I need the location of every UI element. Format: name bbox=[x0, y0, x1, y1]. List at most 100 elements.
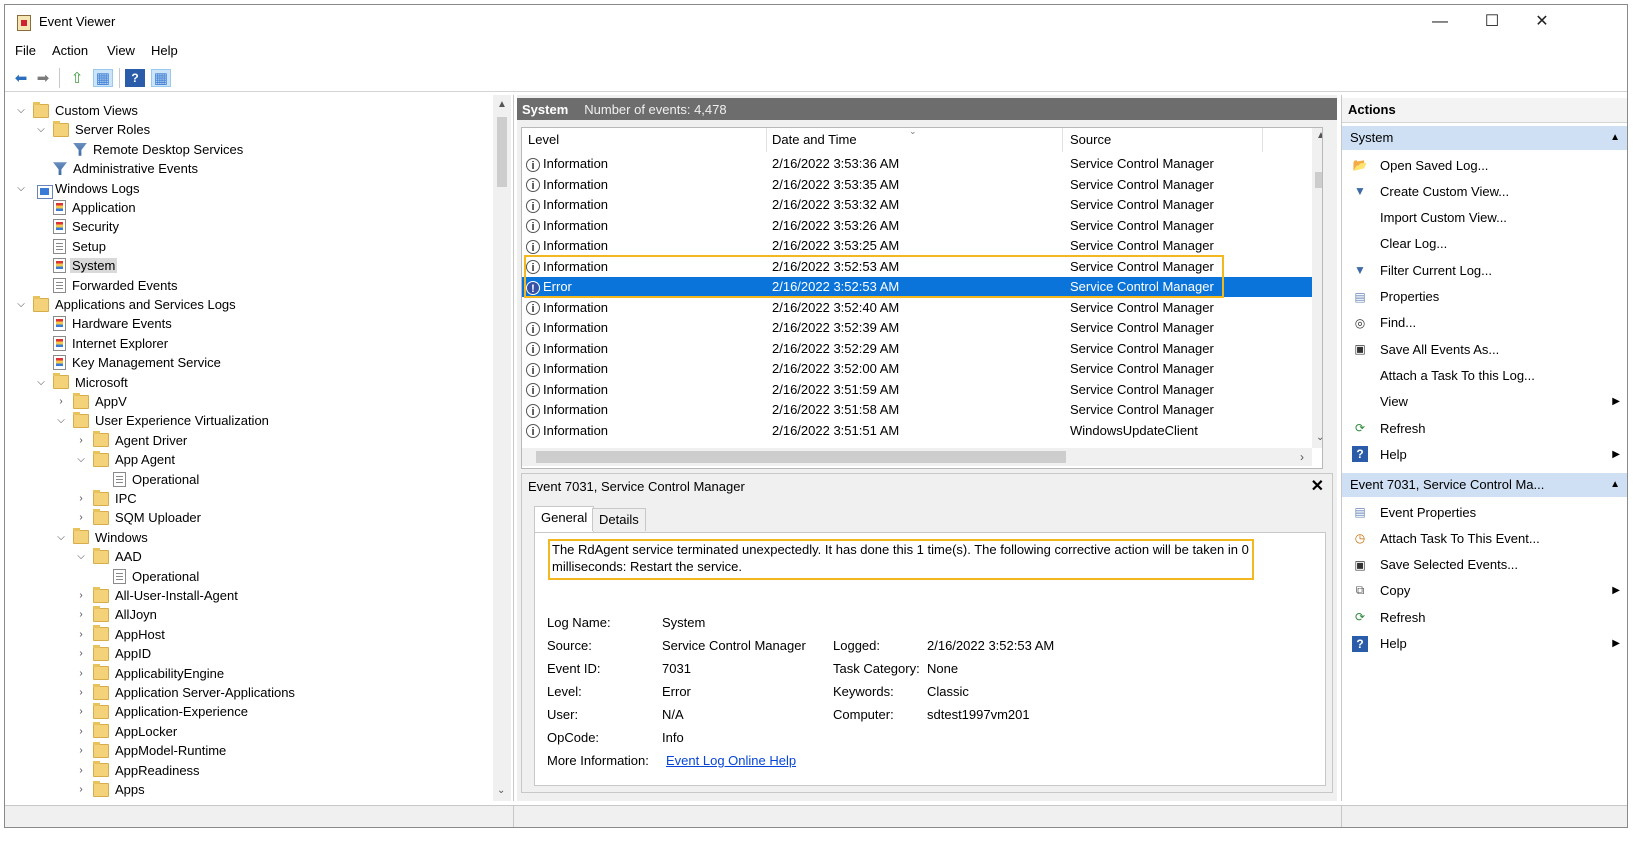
minimize-button[interactable]: — bbox=[1417, 10, 1463, 34]
maximize-button[interactable]: ☐ bbox=[1469, 10, 1515, 34]
tree-item[interactable]: › All-User-Install-Agent bbox=[75, 586, 240, 605]
scroll-down-icon[interactable]: ⌄ bbox=[497, 785, 505, 796]
tree-item[interactable]: › ApplicabilityEngine bbox=[75, 664, 226, 683]
column-level[interactable]: Level bbox=[528, 128, 559, 152]
action-help[interactable]: ? Help ▶ bbox=[1342, 631, 1627, 657]
event-row[interactable]: ! Error 2/16/2022 3:52:53 AM Service Contro… bbox=[522, 277, 1312, 297]
tree-item[interactable]: Setup bbox=[35, 237, 108, 256]
show-hide-action-pane-icon[interactable]: ▦ bbox=[151, 69, 171, 87]
event-row[interactable]: i Information 2/16/2022 3:52:39 AM Service … bbox=[522, 318, 1312, 338]
tree-item[interactable]: Remote Desktop Services bbox=[55, 140, 245, 159]
menu-help[interactable]: Help bbox=[151, 43, 178, 58]
column-datetime[interactable]: Date and Time bbox=[772, 128, 857, 152]
action-copy[interactable]: ⧉ Copy ▶ bbox=[1342, 578, 1627, 604]
tree-item[interactable]: › AppHost bbox=[75, 625, 167, 644]
collapse-chevron-icon[interactable]: ⌵ bbox=[75, 454, 87, 465]
collapse-caret-icon[interactable]: ▲ bbox=[1610, 473, 1620, 497]
column-divider[interactable] bbox=[766, 128, 767, 152]
event-row[interactable]: i Information 2/16/2022 3:53:36 AM Service … bbox=[522, 154, 1312, 174]
action-save-selected-events[interactable]: ▣ Save Selected Events... bbox=[1342, 552, 1627, 578]
help-icon[interactable]: ? bbox=[125, 69, 145, 87]
expand-chevron-icon[interactable]: › bbox=[75, 435, 87, 446]
expand-chevron-icon[interactable]: › bbox=[75, 706, 87, 717]
tree-item[interactable]: › Application Server-Applications bbox=[75, 683, 297, 702]
tree-item[interactable]: Operational bbox=[95, 567, 201, 586]
tree-item[interactable]: Internet Explorer bbox=[35, 334, 170, 353]
event-row[interactable]: i Information 2/16/2022 3:53:35 AM Service … bbox=[522, 175, 1312, 195]
collapse-chevron-icon[interactable]: ⌵ bbox=[15, 299, 27, 310]
tree-item[interactable]: › IPC bbox=[75, 489, 139, 508]
collapse-caret-icon[interactable]: ▲ bbox=[1610, 126, 1620, 150]
tree-item[interactable]: › AppID bbox=[75, 644, 153, 663]
tree-item[interactable]: ⌵ Applications and Services Logs bbox=[15, 295, 238, 314]
action-refresh[interactable]: ⟳ Refresh bbox=[1342, 604, 1627, 630]
event-row[interactable]: i Information 2/16/2022 3:53:25 AM Service … bbox=[522, 236, 1312, 256]
show-hide-tree-icon[interactable]: ▦ bbox=[93, 69, 113, 87]
tab-general[interactable]: General bbox=[534, 506, 595, 532]
action-attach-task-to-this-event[interactable]: ◷ Attach Task To This Event... bbox=[1342, 525, 1627, 551]
tree-item[interactable]: › AppReadiness bbox=[75, 761, 202, 780]
expand-chevron-icon[interactable]: › bbox=[55, 396, 67, 407]
menu-action[interactable]: Action bbox=[52, 43, 88, 58]
expand-chevron-icon[interactable]: › bbox=[75, 512, 87, 523]
detail-close-icon[interactable]: ✕ bbox=[1311, 476, 1324, 496]
action-open-saved-log[interactable]: 📂 Open Saved Log... bbox=[1342, 152, 1627, 178]
expand-chevron-icon[interactable]: › bbox=[75, 590, 87, 601]
action-help[interactable]: ? Help ▶ bbox=[1342, 441, 1627, 467]
collapse-chevron-icon[interactable]: ⌵ bbox=[35, 377, 47, 388]
expand-chevron-icon[interactable]: › bbox=[75, 745, 87, 756]
tree-item[interactable]: › AppV bbox=[55, 392, 129, 411]
tree-item[interactable]: ⌵ Windows Logs bbox=[15, 179, 142, 200]
actions-section-event[interactable]: Event 7031, Service Control Ma... ▲ bbox=[1342, 473, 1627, 497]
event-row[interactable]: i Information 2/16/2022 3:53:26 AM Service … bbox=[522, 216, 1312, 236]
tree-item[interactable]: ⌵ Windows bbox=[55, 528, 150, 547]
hscroll-thumb[interactable] bbox=[536, 451, 1066, 463]
expand-chevron-icon[interactable]: › bbox=[75, 668, 87, 679]
tree-vertical-scrollbar[interactable]: ▲ ⌄ bbox=[493, 95, 511, 801]
collapse-chevron-icon[interactable]: ⌵ bbox=[55, 532, 67, 543]
close-button[interactable]: ✕ bbox=[1519, 10, 1565, 34]
expand-chevron-icon[interactable]: › bbox=[75, 609, 87, 620]
action-event-properties[interactable]: ▤ Event Properties bbox=[1342, 499, 1627, 525]
action-attach-a-task-to-this-log[interactable]: Attach a Task To this Log... bbox=[1342, 362, 1627, 388]
tree-item[interactable]: ⌵ Microsoft bbox=[35, 373, 130, 392]
tree-item[interactable]: Key Management Service bbox=[35, 353, 223, 372]
event-row[interactable]: i Information 2/16/2022 3:51:59 AM Service … bbox=[522, 380, 1312, 400]
action-create-custom-view[interactable]: ▼ Create Custom View... bbox=[1342, 178, 1627, 204]
collapse-chevron-icon[interactable]: ⌵ bbox=[75, 551, 87, 562]
collapse-chevron-icon[interactable]: ⌵ bbox=[15, 183, 27, 194]
action-filter-current-log[interactable]: ▼ Filter Current Log... bbox=[1342, 257, 1627, 283]
menu-file[interactable]: File bbox=[15, 43, 36, 58]
action-view[interactable]: View ▶ bbox=[1342, 389, 1627, 415]
tree-item[interactable]: Application bbox=[35, 198, 138, 217]
action-refresh[interactable]: ⟳ Refresh bbox=[1342, 415, 1627, 441]
forward-arrow-icon[interactable]: ➡ bbox=[33, 69, 53, 87]
tree-item[interactable]: ⌵ Server Roles bbox=[35, 120, 152, 139]
expand-chevron-icon[interactable]: › bbox=[75, 784, 87, 795]
tree-item[interactable]: ⌵ AAD bbox=[75, 547, 144, 566]
scroll-thumb[interactable] bbox=[1315, 172, 1322, 188]
event-row[interactable]: i Information 2/16/2022 3:52:00 AM Service … bbox=[522, 359, 1312, 379]
tree-item[interactable]: ⌵ User Experience Virtualization bbox=[55, 411, 271, 430]
tree-scroll-thumb[interactable] bbox=[497, 117, 507, 187]
action-save-all-events-as[interactable]: ▣ Save All Events As... bbox=[1342, 336, 1627, 362]
event-list-vertical-scrollbar[interactable]: ▲ ⌄ bbox=[1312, 128, 1322, 448]
expand-chevron-icon[interactable]: › bbox=[75, 648, 87, 659]
tree-item[interactable]: Hardware Events bbox=[35, 314, 174, 333]
column-source[interactable]: Source bbox=[1070, 128, 1111, 152]
tree-item[interactable]: System bbox=[35, 256, 118, 275]
column-divider[interactable] bbox=[1062, 128, 1063, 152]
tree-item[interactable]: Operational bbox=[95, 470, 201, 489]
event-row[interactable]: i Information 2/16/2022 3:52:40 AM Service … bbox=[522, 298, 1312, 318]
scroll-up-icon[interactable]: ▲ bbox=[1316, 130, 1322, 141]
tree-item[interactable]: › Application-Experience bbox=[75, 702, 250, 721]
event-list-horizontal-scrollbar[interactable]: › bbox=[522, 448, 1312, 466]
tree-item[interactable]: › AppLocker bbox=[75, 722, 179, 741]
tree-item[interactable]: ⌵ Custom Views bbox=[15, 101, 140, 120]
event-row[interactable]: i Information 2/16/2022 3:53:32 AM Service … bbox=[522, 195, 1312, 215]
up-folder-icon[interactable]: ⇧ bbox=[67, 69, 87, 87]
collapse-chevron-icon[interactable]: ⌵ bbox=[55, 415, 67, 426]
event-row[interactable]: i Information 2/16/2022 3:52:29 AM Service … bbox=[522, 339, 1312, 359]
column-divider[interactable] bbox=[1262, 128, 1263, 152]
expand-chevron-icon[interactable]: › bbox=[75, 765, 87, 776]
